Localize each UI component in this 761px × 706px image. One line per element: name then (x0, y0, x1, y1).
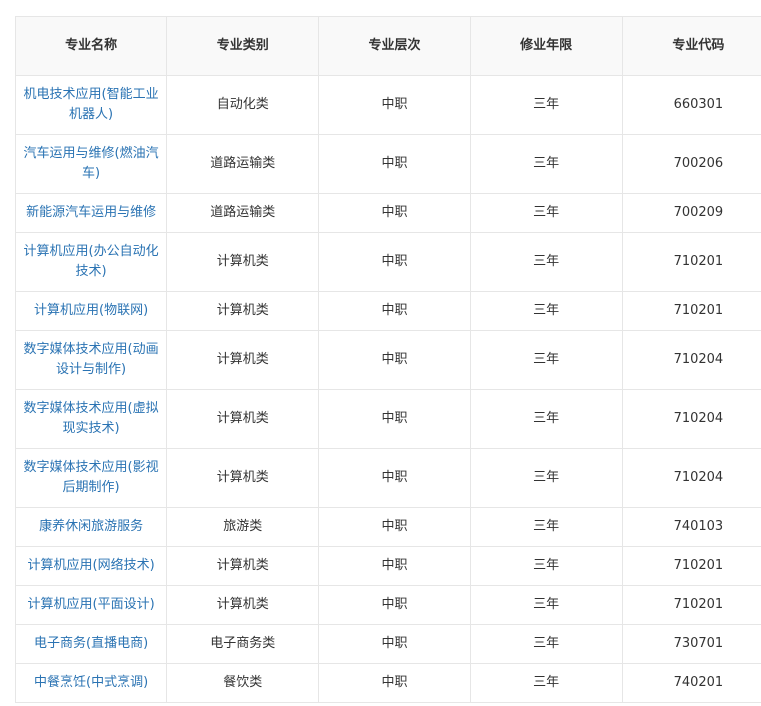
major-category-cell: 自动化类 (166, 75, 320, 135)
table-row: 数字媒体技术应用(虚拟现实技术) 计算机类 中职 三年 710204 (14, 389, 761, 449)
header-major-level: 专业层次 (318, 16, 471, 76)
table-row: 中餐烹饪(中式烹调) 餐饮类 中职 三年 740201 (14, 663, 761, 703)
table-row: 计算机应用(办公自动化技术) 计算机类 中职 三年 710201 (14, 232, 761, 292)
major-level-cell: 中职 (318, 232, 471, 292)
major-level-cell: 中职 (318, 546, 471, 586)
table-header-row: 专业名称 专业类别 专业层次 修业年限 专业代码 (14, 16, 761, 76)
study-years-cell: 三年 (469, 134, 623, 194)
major-name-link[interactable]: 新能源汽车运用与维修 (14, 193, 168, 233)
major-level-cell: 中职 (318, 134, 471, 194)
table-row: 汽车运用与维修(燃油汽车) 道路运输类 中职 三年 700206 (14, 134, 761, 194)
table-row: 电子商务(直播电商) 电子商务类 中职 三年 730701 (14, 624, 761, 664)
major-code-cell: 710204 (621, 448, 761, 508)
major-category-cell: 计算机类 (166, 389, 320, 449)
majors-table: 专业名称 专业类别 专业层次 修业年限 专业代码 机电技术应用(智能工业机器人)… (14, 16, 761, 703)
major-code-cell: 660301 (621, 75, 761, 135)
major-level-cell: 中职 (318, 75, 471, 135)
major-category-cell: 道路运输类 (166, 134, 320, 194)
major-code-cell: 740103 (621, 507, 761, 547)
major-level-cell: 中职 (318, 663, 471, 703)
study-years-cell: 三年 (469, 232, 623, 292)
major-category-cell: 计算机类 (166, 291, 320, 331)
major-name-link[interactable]: 数字媒体技术应用(动画设计与制作) (14, 330, 168, 390)
major-level-cell: 中职 (318, 448, 471, 508)
header-major-category: 专业类别 (166, 16, 320, 76)
major-name-link[interactable]: 汽车运用与维修(燃油汽车) (14, 134, 168, 194)
table-row: 计算机应用(网络技术) 计算机类 中职 三年 710201 (14, 546, 761, 586)
major-level-cell: 中职 (318, 389, 471, 449)
major-code-cell: 700209 (621, 193, 761, 233)
table-row: 新能源汽车运用与维修 道路运输类 中职 三年 700209 (14, 193, 761, 233)
major-code-cell: 740201 (621, 663, 761, 703)
header-major-code: 专业代码 (621, 16, 761, 76)
major-category-cell: 餐饮类 (166, 663, 320, 703)
table-row: 计算机应用(物联网) 计算机类 中职 三年 710201 (14, 291, 761, 331)
header-study-years: 修业年限 (469, 16, 623, 76)
study-years-cell: 三年 (469, 663, 623, 703)
major-name-link[interactable]: 数字媒体技术应用(影视后期制作) (14, 448, 168, 508)
major-code-cell: 730701 (621, 624, 761, 664)
study-years-cell: 三年 (469, 389, 623, 449)
major-category-cell: 计算机类 (166, 232, 320, 292)
major-name-link[interactable]: 计算机应用(平面设计) (14, 585, 168, 625)
table-row: 数字媒体技术应用(影视后期制作) 计算机类 中职 三年 710204 (14, 448, 761, 508)
major-code-cell: 710201 (621, 546, 761, 586)
major-name-link[interactable]: 机电技术应用(智能工业机器人) (14, 75, 168, 135)
major-level-cell: 中职 (318, 585, 471, 625)
major-level-cell: 中职 (318, 330, 471, 390)
major-category-cell: 计算机类 (166, 448, 320, 508)
major-name-link[interactable]: 计算机应用(物联网) (14, 291, 168, 331)
major-name-link[interactable]: 数字媒体技术应用(虚拟现实技术) (14, 389, 168, 449)
study-years-cell: 三年 (469, 624, 623, 664)
major-code-cell: 710201 (621, 585, 761, 625)
header-major-name: 专业名称 (14, 16, 168, 76)
study-years-cell: 三年 (469, 75, 623, 135)
study-years-cell: 三年 (469, 448, 623, 508)
major-name-link[interactable]: 电子商务(直播电商) (14, 624, 168, 664)
study-years-cell: 三年 (469, 330, 623, 390)
table-row: 数字媒体技术应用(动画设计与制作) 计算机类 中职 三年 710204 (14, 330, 761, 390)
major-level-cell: 中职 (318, 507, 471, 547)
major-code-cell: 710201 (621, 291, 761, 331)
study-years-cell: 三年 (469, 546, 623, 586)
major-code-cell: 710204 (621, 330, 761, 390)
study-years-cell: 三年 (469, 585, 623, 625)
major-category-cell: 计算机类 (166, 585, 320, 625)
study-years-cell: 三年 (469, 507, 623, 547)
major-level-cell: 中职 (318, 193, 471, 233)
major-name-link[interactable]: 计算机应用(办公自动化技术) (14, 232, 168, 292)
major-name-link[interactable]: 康养休闲旅游服务 (14, 507, 168, 547)
table-row: 机电技术应用(智能工业机器人) 自动化类 中职 三年 660301 (14, 75, 761, 135)
major-code-cell: 710201 (621, 232, 761, 292)
major-name-link[interactable]: 中餐烹饪(中式烹调) (14, 663, 168, 703)
major-name-link[interactable]: 计算机应用(网络技术) (14, 546, 168, 586)
major-category-cell: 道路运输类 (166, 193, 320, 233)
study-years-cell: 三年 (469, 193, 623, 233)
majors-table-container: 专业名称 专业类别 专业层次 修业年限 专业代码 机电技术应用(智能工业机器人)… (14, 16, 761, 703)
major-code-cell: 710204 (621, 389, 761, 449)
major-category-cell: 计算机类 (166, 330, 320, 390)
study-years-cell: 三年 (469, 291, 623, 331)
major-category-cell: 旅游类 (166, 507, 320, 547)
table-row: 康养休闲旅游服务 旅游类 中职 三年 740103 (14, 507, 761, 547)
major-level-cell: 中职 (318, 291, 471, 331)
major-category-cell: 电子商务类 (166, 624, 320, 664)
major-level-cell: 中职 (318, 624, 471, 664)
major-code-cell: 700206 (621, 134, 761, 194)
table-row: 计算机应用(平面设计) 计算机类 中职 三年 710201 (14, 585, 761, 625)
major-category-cell: 计算机类 (166, 546, 320, 586)
